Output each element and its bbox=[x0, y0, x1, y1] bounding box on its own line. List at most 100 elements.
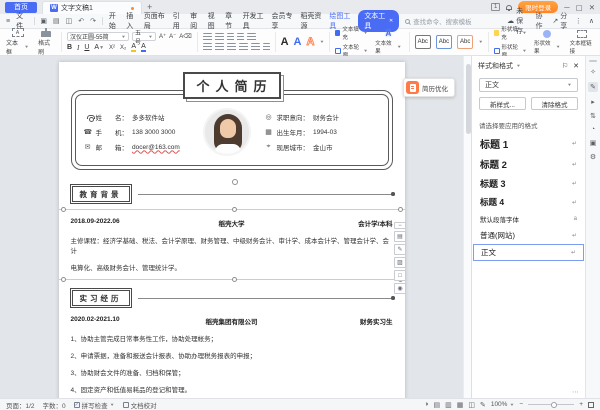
mini-highlighter-button[interactable]: ▨ bbox=[394, 257, 406, 268]
wordart-gallery-caret-icon[interactable]: ▼ bbox=[319, 40, 324, 45]
menu-review[interactable]: 审阅 bbox=[190, 11, 201, 31]
subscript-button[interactable]: X₂ bbox=[120, 45, 126, 51]
select-tool-icon[interactable]: ▸ bbox=[591, 98, 595, 106]
clear-format-button[interactable]: 清除格式 bbox=[531, 97, 578, 110]
wordart-preset-blue[interactable]: A bbox=[294, 36, 302, 48]
command-search-input[interactable]: 查找命令、搜索模板 bbox=[405, 16, 501, 26]
collaborate-button[interactable]: 协作 bbox=[535, 11, 545, 31]
italic-button[interactable]: I bbox=[77, 44, 79, 52]
zoom-slider[interactable] bbox=[528, 401, 575, 408]
document-page[interactable]: 个人简历 姓 名： 多多软件站 ☎ 手 机： 138 3000 3000 ✉ 邮… bbox=[58, 62, 405, 398]
menu-section[interactable]: 章节 bbox=[225, 11, 236, 31]
style-item-heading1[interactable]: 标题 1 ↵ bbox=[472, 133, 585, 154]
document-canvas[interactable]: 个人简历 姓 名： 多多软件站 ☎ 手 机： 138 3000 3000 ✉ 邮… bbox=[0, 56, 463, 398]
style-item-normal-web[interactable]: 普通(网站) ↵ bbox=[472, 227, 585, 244]
textbox-link-button[interactable]: 文本框链接 bbox=[568, 29, 596, 55]
shrink-font-button[interactable]: A⁻ bbox=[169, 33, 176, 40]
style-item-heading4[interactable]: 标题 4 ↵ bbox=[472, 193, 585, 211]
panel-more-icon[interactable]: ⋯ bbox=[472, 388, 585, 398]
vertical-scrollbar[interactable] bbox=[463, 56, 471, 398]
numbered-list-icon[interactable] bbox=[214, 33, 224, 41]
scrollbar-thumb[interactable] bbox=[465, 64, 471, 134]
style-item-heading3[interactable]: 标题 3 ↵ bbox=[472, 174, 585, 193]
align-center-icon[interactable] bbox=[214, 43, 224, 51]
outline-view-icon[interactable]: ◫ bbox=[468, 401, 475, 409]
shape-fill-button[interactable]: 形状填充 ▼ bbox=[494, 25, 527, 41]
pin-icon[interactable]: ⚐ bbox=[562, 62, 568, 70]
menu-view[interactable]: 视图 bbox=[208, 11, 219, 31]
mini-tip-button[interactable]: ◉ bbox=[394, 283, 406, 294]
zoom-level[interactable]: 100% ▼ bbox=[491, 401, 515, 408]
shape-effects-button[interactable]: 形状效果 ▼ bbox=[532, 29, 563, 55]
ink-mode-icon[interactable]: ✎ bbox=[480, 401, 486, 409]
mini-paste-button[interactable]: ▤ bbox=[394, 231, 406, 242]
font-color-menu-button[interactable]: A▼ bbox=[94, 44, 104, 51]
format-painter-button[interactable]: 格式刷 bbox=[36, 28, 56, 56]
close-icon[interactable]: ✕ bbox=[389, 18, 393, 24]
zoom-out-button[interactable]: − bbox=[519, 401, 523, 408]
align-left-icon[interactable] bbox=[202, 43, 212, 51]
menu-home[interactable]: 开始 bbox=[109, 11, 120, 31]
spellcheck-toggle[interactable]: ✓ 拼写检查 ▼ bbox=[73, 400, 115, 410]
wordart-preset-orange[interactable]: A bbox=[306, 36, 315, 48]
section-internship-heading[interactable]: 实习经历 bbox=[69, 287, 395, 309]
undo-icon[interactable]: ↶ bbox=[78, 17, 84, 25]
selection-handle[interactable] bbox=[397, 207, 403, 212]
print-icon[interactable]: ▤ bbox=[53, 17, 60, 25]
font-name-select[interactable]: 汉仪正圆-55简 ▼ bbox=[66, 32, 129, 41]
more-icon[interactable]: ⋮ bbox=[575, 17, 582, 25]
increase-indent-icon[interactable] bbox=[236, 33, 244, 41]
highlight-color-button[interactable]: A bbox=[131, 43, 137, 52]
text-fill-button[interactable]: 文本填充 ▼ bbox=[335, 25, 368, 41]
font-size-select[interactable]: 五号 ▼ bbox=[131, 31, 156, 46]
paragraph-mark-icon[interactable] bbox=[246, 33, 256, 41]
read-mode-icon[interactable]: ▤ bbox=[433, 401, 440, 409]
fullscreen-icon[interactable] bbox=[588, 401, 594, 408]
zoom-in-button[interactable]: + bbox=[579, 401, 583, 408]
menu-references[interactable]: 引用 bbox=[173, 11, 184, 31]
proofread-toggle[interactable]: 文档校对 bbox=[122, 400, 157, 410]
textbox-style-blue[interactable]: Abc bbox=[435, 35, 453, 49]
panel-title-caret-icon[interactable]: ▼ bbox=[516, 64, 521, 69]
grow-font-button[interactable]: A⁺ bbox=[159, 33, 166, 40]
assistant-icon[interactable]: ✧ bbox=[590, 68, 596, 76]
word-count[interactable]: 字数：0 bbox=[43, 400, 66, 410]
resume-optimize-button[interactable]: 简历优化 bbox=[403, 78, 455, 97]
collapse-ribbon-icon[interactable]: ∧ bbox=[589, 17, 594, 25]
clear-format-button[interactable]: A⌫ bbox=[179, 33, 192, 40]
selection-handle[interactable] bbox=[231, 277, 237, 282]
zoom-slider-thumb[interactable] bbox=[551, 401, 558, 408]
profile-photo[interactable] bbox=[202, 108, 251, 156]
profile-card[interactable]: 姓 名： 多多软件站 ☎ 手 机： 138 3000 3000 ✉ 邮 箱： d… bbox=[70, 90, 393, 170]
panel-close-icon[interactable]: ✕ bbox=[573, 62, 579, 70]
text-color-button[interactable]: A bbox=[141, 43, 146, 52]
menu-docer[interactable]: 稻壳资源 bbox=[300, 11, 323, 31]
style-item-body-selected[interactable]: 正文 ↵ bbox=[473, 244, 584, 261]
selection-handle[interactable] bbox=[60, 277, 66, 282]
text-effects-button[interactable]: A 文本效果 ▼ bbox=[373, 29, 404, 55]
redo-icon[interactable]: ↷ bbox=[90, 17, 96, 25]
line-spacing-icon[interactable] bbox=[262, 43, 270, 51]
align-right-icon[interactable] bbox=[226, 43, 236, 51]
mini-pen-button[interactable]: ✎ bbox=[394, 244, 406, 255]
share-button[interactable]: ↗ 分享 bbox=[552, 11, 568, 31]
textbox-style-plain[interactable]: Abc bbox=[414, 35, 431, 49]
mini-collapse-button[interactable]: − bbox=[394, 222, 406, 229]
bell-icon[interactable] bbox=[506, 4, 513, 11]
save-icon[interactable]: ▣ bbox=[40, 17, 47, 25]
history-icon[interactable]: ◔ bbox=[591, 126, 595, 133]
settings-gear-icon[interactable]: ⚙ bbox=[590, 153, 596, 161]
bullet-list-icon[interactable] bbox=[202, 33, 212, 41]
underline-button[interactable]: U bbox=[84, 44, 89, 51]
wordart-preset-black[interactable]: A bbox=[281, 36, 289, 48]
menu-member[interactable]: 会员专享 bbox=[272, 11, 295, 31]
resume-title[interactable]: 个人简历 bbox=[182, 72, 281, 99]
write-mode-icon[interactable]: ▥ bbox=[445, 401, 452, 409]
page-view-icon[interactable]: ▦ bbox=[457, 401, 464, 409]
decrease-indent-icon[interactable] bbox=[226, 33, 234, 41]
swap-tool-icon[interactable]: ⇅ bbox=[590, 112, 596, 120]
menu-dev-tools[interactable]: 开发工具 bbox=[243, 11, 266, 31]
education-textbox-selected[interactable]: 2018.09-2022.06 稻壳大学 会计学/本科 主修课程：经济学基础、税… bbox=[58, 207, 405, 282]
style-item-heading2[interactable]: 标题 2 ↵ bbox=[472, 154, 585, 174]
selection-handle[interactable] bbox=[60, 207, 66, 212]
